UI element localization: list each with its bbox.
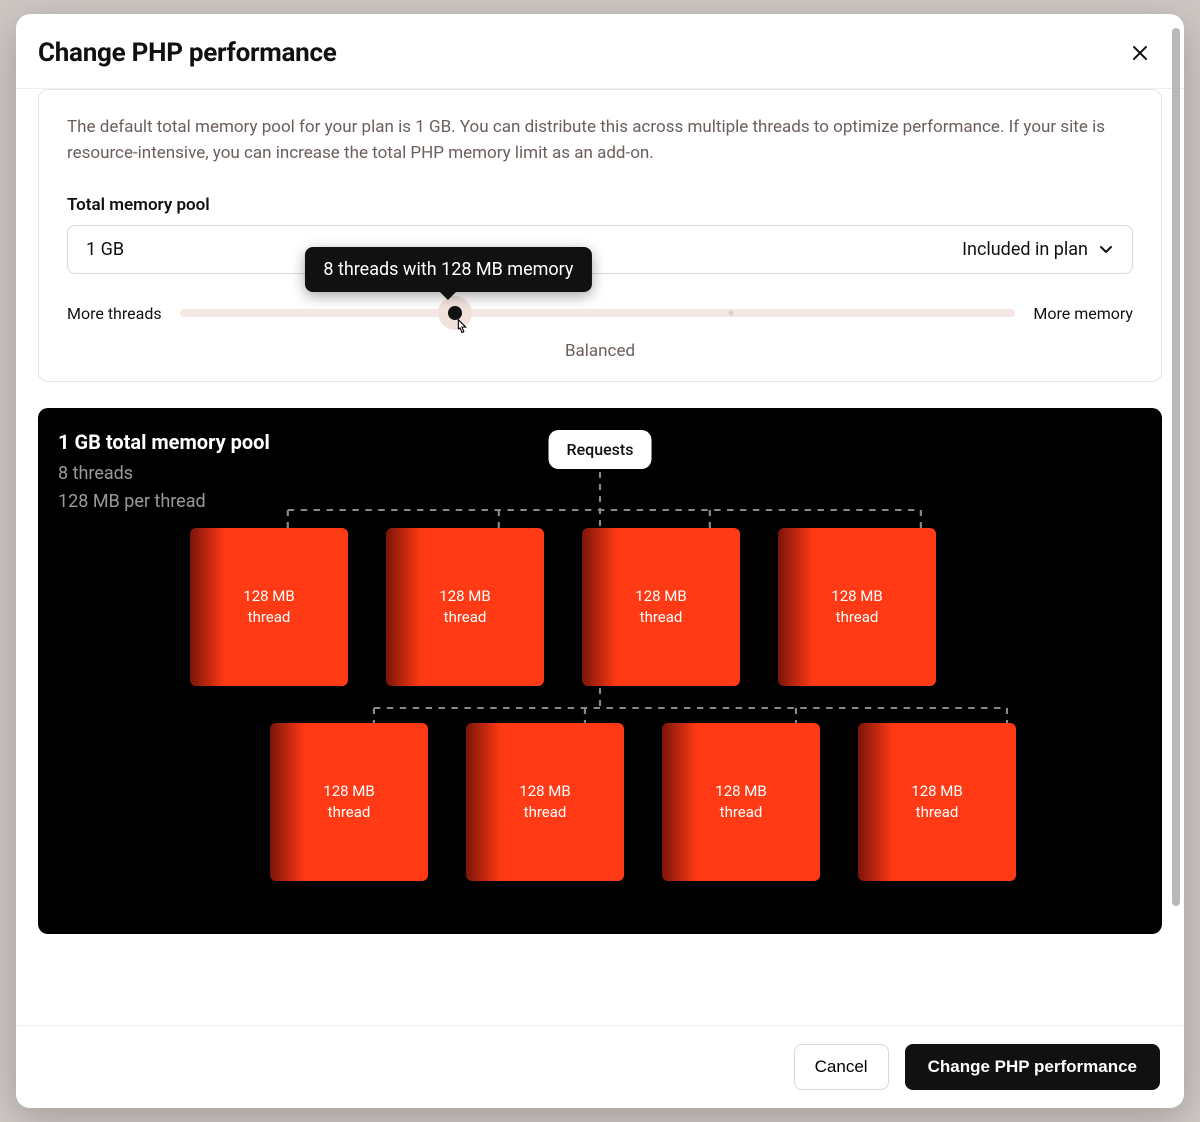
thread-label: thread	[720, 802, 763, 822]
slider-right-label: More memory	[1033, 304, 1133, 323]
thread-memory-slider[interactable]: 8 threads with 128 MB memory	[180, 309, 1016, 317]
chevron-down-icon	[1098, 241, 1114, 257]
slider-tick	[729, 311, 734, 316]
thread-card: 128 MBthread	[858, 723, 1016, 881]
modal-footer: Cancel Change PHP performance	[16, 1025, 1184, 1108]
close-button[interactable]	[1126, 39, 1154, 67]
thread-label: thread	[524, 802, 567, 822]
thread-card: 128 MBthread	[778, 528, 936, 686]
thread-row-2: 128 MBthread 128 MBthread 128 MBthread 1…	[270, 723, 1016, 881]
modal-change-php-performance: Change PHP performance The default total…	[16, 14, 1184, 1108]
thread-size: 128 MB	[323, 781, 374, 801]
settings-card: The default total memory pool for your p…	[38, 89, 1162, 382]
slider-balanced-label: Balanced	[67, 341, 1133, 361]
thread-card: 128 MBthread	[582, 528, 740, 686]
thread-card: 128 MBthread	[190, 528, 348, 686]
slider-row: More threads 8 threads with 128 MB memor…	[67, 304, 1133, 323]
cancel-button[interactable]: Cancel	[794, 1044, 889, 1090]
thread-card: 128 MBthread	[386, 528, 544, 686]
viz-per-thread-line: 128 MB per thread	[58, 488, 1142, 517]
memory-pool-value: 1 GB	[86, 239, 124, 260]
visualization-panel: 1 GB total memory pool 8 threads 128 MB …	[38, 408, 1162, 934]
thread-size: 128 MB	[243, 586, 294, 606]
description-text: The default total memory pool for your p…	[67, 114, 1133, 167]
close-icon	[1132, 45, 1148, 61]
requests-pill: Requests	[549, 430, 652, 469]
thread-size: 128 MB	[439, 586, 490, 606]
thread-size: 128 MB	[911, 781, 962, 801]
thread-label: thread	[916, 802, 959, 822]
modal-title: Change PHP performance	[38, 38, 337, 68]
thread-size: 128 MB	[519, 781, 570, 801]
slider-thumb[interactable]: 8 threads with 128 MB memory	[438, 296, 472, 330]
slider-tooltip: 8 threads with 128 MB memory	[305, 247, 591, 292]
thread-label: thread	[640, 607, 683, 627]
memory-pool-label: Total memory pool	[67, 195, 1133, 215]
thread-label: thread	[836, 607, 879, 627]
modal-body: The default total memory pool for your p…	[16, 89, 1184, 1025]
thread-label: thread	[248, 607, 291, 627]
memory-pool-plan-note: Included in plan	[962, 239, 1088, 260]
thread-card: 128 MBthread	[466, 723, 624, 881]
modal-header: Change PHP performance	[16, 14, 1184, 89]
scrollbar[interactable]	[1172, 28, 1180, 906]
thread-label: thread	[444, 607, 487, 627]
thread-row-1: 128 MBthread 128 MBthread 128 MBthread 1…	[190, 528, 936, 686]
memory-pool-select[interactable]: 1 GB Included in plan	[67, 225, 1133, 274]
thread-card: 128 MBthread	[270, 723, 428, 881]
thread-size: 128 MB	[635, 586, 686, 606]
slider-left-label: More threads	[67, 304, 162, 323]
confirm-button[interactable]: Change PHP performance	[905, 1044, 1160, 1090]
thread-card: 128 MBthread	[662, 723, 820, 881]
thread-label: thread	[328, 802, 371, 822]
thread-size: 128 MB	[715, 781, 766, 801]
thread-size: 128 MB	[831, 586, 882, 606]
